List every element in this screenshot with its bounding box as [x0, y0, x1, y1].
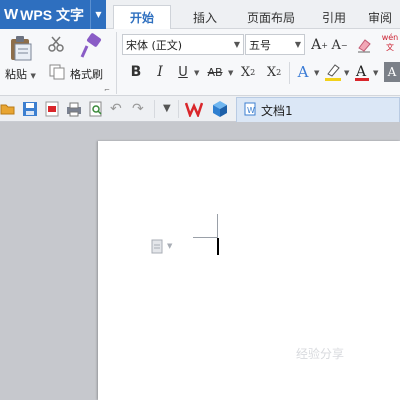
- tab-references[interactable]: 引用: [312, 5, 356, 29]
- customize-toolbar-icon[interactable]: ▼: [163, 103, 171, 114]
- tab-label: 插入: [192, 10, 217, 25]
- dialog-launcher-icon[interactable]: ⌐: [104, 86, 110, 94]
- svg-text:W: W: [247, 106, 255, 115]
- text-effect-icon[interactable]: A: [294, 62, 312, 82]
- wps-menu-button[interactable]: W WPS 文字: [0, 0, 90, 29]
- undo-icon[interactable]: ↶: [110, 101, 126, 117]
- document-icon: W: [243, 102, 257, 119]
- paste-icon[interactable]: [8, 34, 34, 62]
- redo-icon[interactable]: ↷: [132, 101, 148, 117]
- margin-corner-marker: [193, 214, 218, 238]
- open-folder-icon[interactable]: [0, 101, 16, 117]
- chevron-down-icon: ▼: [294, 40, 301, 49]
- italic-icon[interactable]: I: [152, 62, 168, 82]
- svg-text:A: A: [355, 64, 367, 80]
- print-preview-icon[interactable]: [88, 101, 104, 117]
- tab-review[interactable]: 审阅: [368, 5, 400, 29]
- ribbon-separator: [289, 62, 290, 84]
- tab-label: 引用: [321, 10, 346, 25]
- export-pdf-icon[interactable]: [44, 101, 60, 117]
- tab-label: 开始: [129, 11, 154, 25]
- font-size-select[interactable]: 五号 ▼: [245, 34, 305, 55]
- clear-format-icon[interactable]: [354, 35, 374, 55]
- chevron-down-icon[interactable]: ▼: [344, 69, 349, 77]
- tab-insert[interactable]: 插入: [181, 5, 229, 29]
- document-page[interactable]: [98, 141, 400, 400]
- paste-button[interactable]: 粘贴 ▼: [5, 66, 36, 82]
- copy-icon[interactable]: [48, 63, 66, 81]
- character-shading-icon[interactable]: A: [384, 62, 400, 82]
- strikethrough-icon[interactable]: AB: [204, 63, 226, 81]
- chevron-down-icon: ▼: [233, 40, 240, 49]
- shrink-font-icon[interactable]: A −: [331, 35, 348, 55]
- format-painter-button[interactable]: 格式刷: [70, 66, 103, 82]
- watermark: 经验分享: [296, 347, 345, 361]
- save-icon[interactable]: [22, 101, 38, 117]
- format-painter-icon[interactable]: [78, 33, 104, 61]
- wps-logo: W: [4, 6, 18, 23]
- app-name: WPS 文字: [20, 6, 84, 23]
- subscript-icon[interactable]: X2: [264, 62, 284, 82]
- superscript-icon[interactable]: X2: [238, 62, 258, 82]
- document-tab-label: 文档1: [261, 103, 293, 118]
- chevron-down-icon: ▼: [30, 72, 36, 80]
- font-family-select[interactable]: 宋体 (正文) ▼: [122, 34, 244, 55]
- chevron-down-icon[interactable]: ▼: [314, 69, 319, 77]
- toolbar-separator: [178, 100, 179, 118]
- bold-icon[interactable]: B: [128, 62, 144, 82]
- tab-page-layout[interactable]: 页面布局: [239, 5, 303, 29]
- paste-options-icon[interactable]: ▼: [150, 238, 180, 254]
- cut-icon[interactable]: [46, 35, 66, 53]
- chevron-down-icon: ▼: [167, 242, 173, 250]
- wps-docer-icon[interactable]: [184, 101, 204, 119]
- highlight-icon[interactable]: [323, 62, 343, 82]
- toolbar-separator: [154, 100, 155, 118]
- print-icon[interactable]: [66, 101, 82, 117]
- document-tab[interactable]: W 文档1: [236, 97, 400, 122]
- font-family-value: 宋体 (正文): [126, 38, 183, 52]
- grow-font-icon[interactable]: A +: [311, 35, 328, 55]
- tab-label: 审阅: [368, 10, 393, 25]
- ribbon-separator: [116, 32, 117, 94]
- cloud-cube-icon[interactable]: [211, 100, 229, 118]
- text-cursor: [217, 238, 219, 255]
- chevron-down-icon[interactable]: ▼: [373, 69, 378, 77]
- app-menu-dropdown-icon[interactable]: ▼: [90, 0, 106, 29]
- underline-icon[interactable]: U: [175, 62, 191, 82]
- font-color-icon[interactable]: A: [353, 62, 371, 82]
- chevron-down-icon[interactable]: ▼: [228, 69, 233, 77]
- chevron-down-icon[interactable]: ▼: [194, 69, 199, 77]
- phonetic-guide-icon[interactable]: wén 文: [380, 33, 400, 57]
- tab-label: 页面布局: [246, 10, 295, 25]
- paste-label: 粘贴: [5, 68, 27, 81]
- tab-home[interactable]: 开始: [113, 5, 171, 29]
- font-size-value: 五号: [249, 38, 271, 52]
